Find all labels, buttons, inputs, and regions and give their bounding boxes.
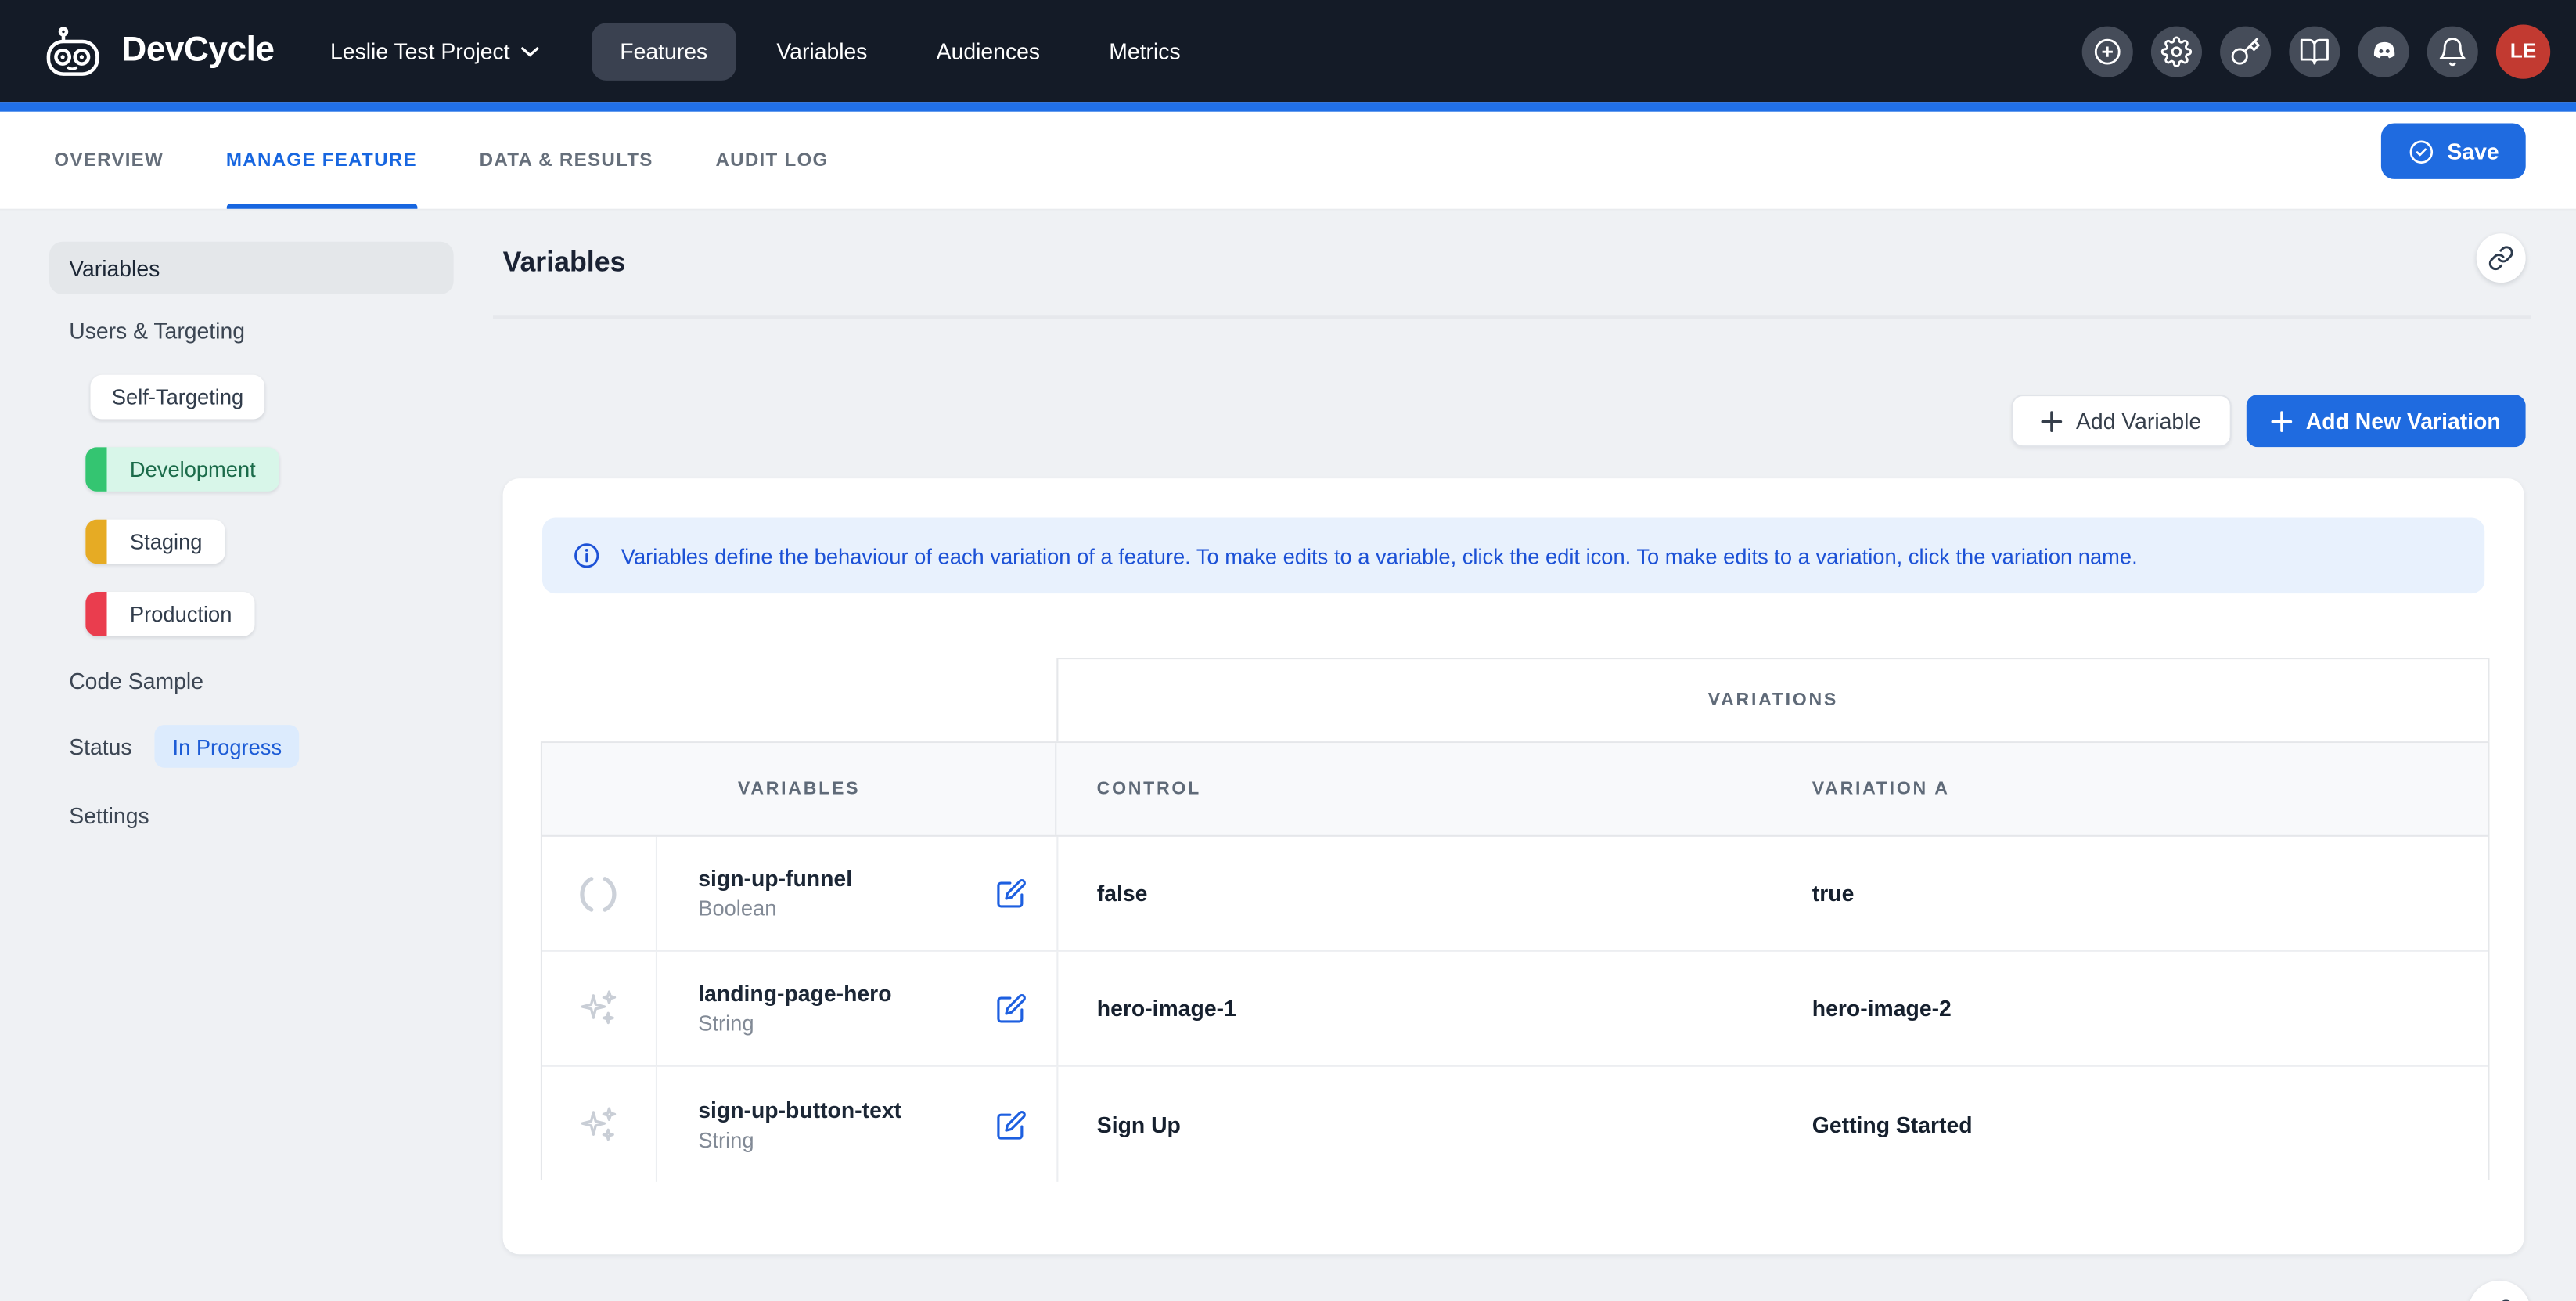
navbar-actions: LE — [2082, 23, 2551, 77]
nav-item-features[interactable]: Features — [592, 22, 736, 80]
save-button[interactable]: Save — [2381, 124, 2526, 179]
sidebar-item-settings[interactable]: Settings — [69, 804, 149, 829]
nav-item-metrics[interactable]: Metrics — [1081, 22, 1209, 80]
variables-card: Variables define the behaviour of each v… — [503, 478, 2524, 1254]
env-color-bar — [85, 520, 106, 564]
user-avatar[interactable]: LE — [2496, 23, 2550, 77]
tab-audit-log[interactable]: AUDIT LOG — [715, 112, 828, 209]
top-accent-strip — [0, 102, 2576, 112]
devcycle-logo[interactable]: DevCycle — [45, 24, 275, 77]
control-value: Sign Up — [1057, 1067, 1772, 1182]
variation-a-value: hero-image-2 — [1772, 952, 2488, 1065]
col-header-control: CONTROL — [1057, 743, 1772, 835]
table-row: sign-up-funnel Boolean false true — [542, 837, 2488, 952]
sidebar-item-status[interactable]: Status — [69, 735, 131, 760]
discord-button[interactable] — [2358, 26, 2409, 77]
variations-group-header: VARIATIONS — [1056, 658, 2489, 743]
variable-type: Boolean — [698, 896, 852, 921]
nav-item-variables[interactable]: Variables — [749, 22, 895, 80]
sidebar-item-code-sample[interactable]: Code Sample — [69, 669, 203, 694]
project-selector[interactable]: Leslie Test Project — [330, 38, 539, 63]
copy-link-button-partial[interactable] — [2468, 1281, 2531, 1301]
edit-variable-button[interactable] — [995, 1108, 1027, 1140]
notifications-button[interactable] — [2427, 26, 2478, 77]
save-label: Save — [2447, 139, 2499, 164]
plus-icon — [2042, 410, 2063, 431]
table-body: VARIABLES CONTROL VARIATION A sign-up-fu… — [541, 741, 2490, 1180]
tab-manage-feature[interactable]: MANAGE FEATURE — [226, 112, 417, 209]
control-value: hero-image-1 — [1057, 952, 1772, 1065]
variable-name[interactable]: sign-up-button-text — [698, 1097, 901, 1123]
add-variable-label: Add Variable — [2076, 409, 2201, 434]
add-variation-label: Add New Variation — [2306, 409, 2501, 434]
edit-variable-button[interactable] — [995, 878, 1027, 909]
control-value: false — [1057, 837, 1772, 950]
chevron-down-icon — [521, 45, 539, 57]
variables-table: VARIATIONS VARIABLES CONTROL VARIATION A — [541, 658, 2490, 1180]
env-label: Self-Targeting — [90, 384, 264, 409]
table-row: landing-page-hero String hero-image-1 he… — [542, 952, 2488, 1067]
content-area: Variables Users & Targeting Self-Targeti… — [0, 211, 2576, 1301]
string-type-sparkles-icon — [542, 952, 657, 1065]
settings-button[interactable] — [2151, 26, 2202, 77]
sidebar-env-development[interactable]: Development — [85, 447, 279, 492]
page-title: Variables — [503, 247, 626, 279]
status-badge[interactable]: In Progress — [154, 725, 300, 768]
variation-a-value: true — [1772, 837, 2488, 950]
add-new-variation-button[interactable]: Add New Variation — [2247, 395, 2526, 447]
api-keys-button[interactable] — [2220, 26, 2271, 77]
callout-text: Variables define the behaviour of each v… — [621, 543, 2138, 568]
docs-button[interactable] — [2289, 26, 2340, 77]
env-color-bar — [85, 592, 106, 636]
variable-name[interactable]: sign-up-funnel — [698, 867, 852, 892]
string-type-sparkles-icon — [542, 1067, 657, 1182]
boolean-type-icon — [542, 837, 657, 950]
nav-links: Features Variables Audiences Metrics — [592, 22, 1209, 80]
variable-cell: sign-up-button-text String — [657, 1067, 1058, 1182]
plus-icon — [2272, 410, 2293, 431]
link-icon — [2485, 1298, 2513, 1301]
variable-cell: landing-page-hero String — [657, 952, 1058, 1065]
edit-variable-button[interactable] — [995, 993, 1027, 1024]
env-color-bar — [85, 447, 106, 492]
env-label: Production — [107, 602, 255, 627]
sidebar-item-users-targeting[interactable]: Users & Targeting — [69, 319, 245, 344]
variable-name[interactable]: landing-page-hero — [698, 982, 891, 1007]
col-header-variables: VARIABLES — [542, 743, 1057, 835]
nav-item-audiences[interactable]: Audiences — [908, 22, 1068, 80]
devcycle-robot-icon — [45, 24, 107, 77]
table-subheader: VARIABLES CONTROL VARIATION A — [542, 743, 2488, 837]
tab-data-results[interactable]: DATA & RESULTS — [480, 112, 653, 209]
link-icon — [2488, 245, 2514, 272]
feature-tabbar: OVERVIEW MANAGE FEATURE DATA & RESULTS A… — [0, 112, 2576, 211]
variable-type: String — [698, 1127, 901, 1152]
add-variable-button[interactable]: Add Variable — [2011, 395, 2231, 447]
copy-link-button[interactable] — [2477, 233, 2526, 283]
variation-a-value: Getting Started — [1772, 1067, 2488, 1182]
check-circle-icon — [2408, 137, 2436, 165]
tab-overview[interactable]: OVERVIEW — [54, 112, 164, 209]
variable-cell: sign-up-funnel Boolean — [657, 837, 1058, 950]
info-icon — [572, 541, 602, 571]
info-callout: Variables define the behaviour of each v… — [542, 518, 2484, 594]
top-navbar: DevCycle Leslie Test Project Features Va… — [0, 0, 2576, 102]
brand-name: DevCycle — [121, 31, 274, 70]
col-header-variation-a: VARIATION A — [1772, 743, 2488, 835]
sidebar-env-self-targeting[interactable]: Self-Targeting — [90, 375, 264, 420]
sidebar-item-variables[interactable]: Variables — [49, 242, 454, 294]
header-divider — [493, 315, 2531, 319]
env-label: Staging — [107, 529, 225, 554]
table-row: sign-up-button-text String Sign Up Getti… — [542, 1067, 2488, 1182]
create-button[interactable] — [2082, 26, 2133, 77]
app-window: DevCycle Leslie Test Project Features Va… — [0, 0, 2576, 1301]
project-name: Leslie Test Project — [330, 38, 510, 63]
sidebar-env-staging[interactable]: Staging — [85, 520, 225, 564]
sidebar-env-production[interactable]: Production — [85, 592, 255, 636]
env-label: Development — [107, 457, 279, 482]
variable-type: String — [698, 1011, 891, 1036]
